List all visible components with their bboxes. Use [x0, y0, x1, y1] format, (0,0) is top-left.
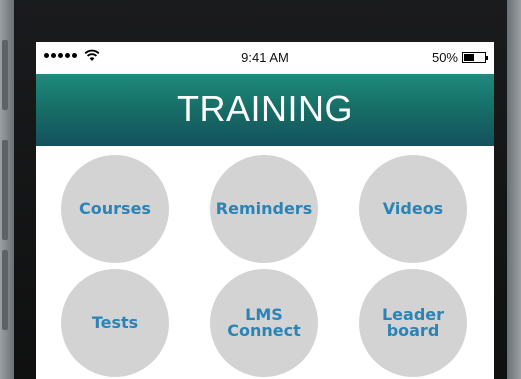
- tile-leaderboard[interactable]: Leader board: [359, 269, 467, 377]
- tile-reminders[interactable]: Reminders: [210, 155, 318, 263]
- tile-lms-connect[interactable]: LMS Connect: [210, 269, 318, 377]
- status-bar: 9:41 AM 50%: [36, 42, 494, 74]
- tile-courses[interactable]: Courses: [61, 155, 169, 263]
- tile-tests[interactable]: Tests: [61, 269, 169, 377]
- page-title: TRAINING: [36, 74, 494, 146]
- training-menu-grid: Courses Reminders Videos Tests LMS Conne…: [36, 146, 494, 379]
- status-time: 9:41 AM: [241, 50, 289, 65]
- phone-screen: 9:41 AM 50% TRAINING Courses Reminders V…: [36, 42, 494, 379]
- mute-switch: [2, 250, 8, 330]
- volume-down-button: [2, 140, 8, 240]
- tile-videos[interactable]: Videos: [359, 155, 467, 263]
- battery-status: 50%: [431, 50, 488, 65]
- battery-percent: 50%: [431, 50, 458, 65]
- battery-fill: [464, 54, 474, 61]
- volume-up-button: [2, 40, 8, 110]
- battery-icon: [462, 52, 488, 63]
